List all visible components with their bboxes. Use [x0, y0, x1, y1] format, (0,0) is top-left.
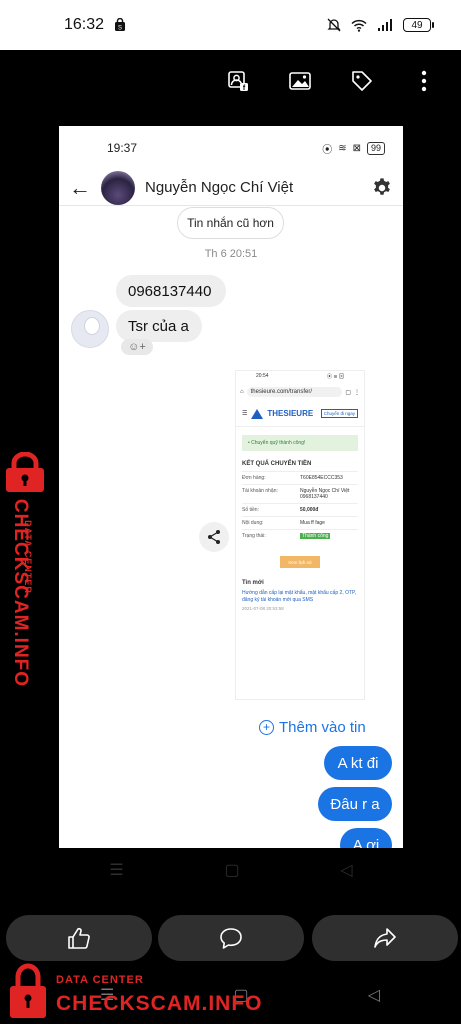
back-arrow-icon[interactable]: ←: [69, 176, 91, 199]
back-triangle-icon[interactable]: ◁: [368, 985, 380, 1005]
viewer-toolbar: f: [0, 50, 461, 112]
outgoing-message[interactable]: A ơi: [340, 828, 392, 848]
shopping-bag-icon: S: [115, 18, 126, 32]
sender-avatar: [71, 310, 109, 348]
home-icon: ⌂: [240, 389, 244, 395]
add-reaction-icon[interactable]: ☺+: [121, 339, 153, 355]
tag-facebook-icon[interactable]: f: [223, 66, 253, 96]
success-alert: • Chuyển quỹ thành công!: [242, 435, 358, 451]
comment-button[interactable]: [158, 915, 304, 961]
shared-screenshot[interactable]: 19:37 ⦿ ≋ ⊠ 99 ← Nguyễn Ngọc Chí Việt Ti…: [59, 126, 403, 848]
square-icon: ▢: [224, 862, 240, 879]
nested-transfer-button: Chuyển đi ngay: [320, 409, 358, 418]
status-bar: 16:32 S 49: [0, 0, 461, 50]
battery-icon: 49: [403, 18, 434, 32]
side-watermark: DATA CENTER CHECKSCAM.INFO: [0, 452, 52, 687]
lock-icon: [10, 963, 46, 1018]
inner-status-bar: 19:37 ⦿ ≋ ⊠ 99: [59, 126, 403, 170]
share-icon: [208, 530, 220, 544]
inner-wifi-icon: ≋: [338, 142, 347, 154]
inner-nav-bar: ☰ ▢ ◁: [59, 852, 403, 888]
svg-text:S: S: [118, 26, 122, 32]
news-date: 2021-07-08 20:53:58: [242, 606, 284, 611]
image-icon[interactable]: [285, 66, 315, 96]
like-icon: [68, 927, 90, 949]
result-row: Tài khoản nhận: Nguyễn Ngọc Chí Việt 0968…: [242, 484, 358, 503]
status-time: 16:32: [64, 16, 105, 33]
comment-icon: [220, 928, 242, 949]
nested-time: 20:54: [256, 373, 269, 379]
contact-name[interactable]: Nguyễn Ngọc Chí Việt: [145, 179, 361, 196]
share-button[interactable]: [312, 915, 458, 961]
tabs-icon: ▢: [345, 389, 351, 396]
result-row: Số tiền: 50,000đ: [242, 503, 358, 516]
status-badge: Thành công: [300, 533, 331, 539]
inner-status-time: 19:37: [107, 141, 138, 155]
result-row: Đơn hàng: T60E854ECCC353: [242, 471, 358, 484]
chat-header: ← Nguyễn Ngọc Chí Việt: [59, 170, 403, 206]
result-row: Nội dung: Mua ff fage: [242, 516, 358, 529]
incoming-message[interactable]: 0968137440: [116, 275, 226, 307]
photo-viewer: 16:32 S 49 f 19:37 ⦿ ≋ ⊠ 99 ← Nguyễn Ngọ…: [0, 0, 461, 1024]
contact-avatar[interactable]: [101, 170, 135, 205]
action-bar: [0, 915, 461, 961]
outgoing-message[interactable]: Đâu r a: [318, 787, 392, 821]
watermark-small-text: DATA CENTER: [56, 974, 144, 986]
older-messages-button[interactable]: Tin nhắn cũ hơn: [177, 207, 284, 239]
incoming-message[interactable]: Tsr của a: [116, 310, 202, 342]
share-image-button[interactable]: [199, 522, 229, 552]
tag-icon[interactable]: [347, 66, 377, 96]
more-vert-icon[interactable]: [409, 66, 439, 96]
brand-name: THESIEURE: [267, 409, 314, 418]
forward-share-icon: [374, 928, 396, 948]
hamburger-icon: ☰: [242, 411, 248, 417]
add-to-story-button[interactable]: + Thêm vào tin: [259, 716, 366, 738]
inner-sim-icon: ⊠: [352, 142, 361, 154]
result-title: KẾT QUẢ CHUYỂN TIỀN: [242, 461, 312, 467]
signal-icon: [378, 19, 392, 31]
bottom-watermark: DATA CENTER CHECKSCAM.INFO: [0, 962, 300, 1024]
message-timestamp: Th 6 20:51: [204, 248, 258, 260]
nested-url: thesieure.com/transfer/: [246, 387, 343, 397]
brand-logo-icon: [251, 408, 264, 419]
mute-icon: [327, 18, 341, 32]
inner-battery-icon: 99: [366, 141, 385, 155]
history-button: Xem lịch sử: [280, 556, 320, 568]
news-title: Tin mới: [242, 580, 264, 586]
menu-icon: ⋮: [354, 389, 360, 396]
watermark-big-text: CHECKSCAM.INFO: [10, 498, 31, 688]
watermark-big-text: CHECKSCAM.INFO: [56, 992, 263, 1015]
transfer-receipt-image[interactable]: 20:54 ⦿ ≋ ⊠ ⌂ thesieure.com/transfer/ ▢ …: [235, 370, 365, 700]
vibrate-icon: ⦿: [322, 144, 333, 156]
nested-status-icons: ⦿ ≋ ⊠: [327, 374, 344, 380]
like-button[interactable]: [6, 915, 152, 961]
add-to-story-label: Thêm vào tin: [279, 718, 366, 736]
outgoing-message[interactable]: A kt đi: [324, 746, 392, 780]
menu-lines-icon: ☰: [109, 862, 124, 879]
plus-circle-icon: +: [259, 719, 274, 735]
gear-icon[interactable]: [371, 177, 393, 199]
result-row: Trạng thái: Thành công: [242, 529, 358, 542]
triangle-back-icon: ◁: [340, 862, 353, 879]
news-article: Hướng dẫn cấp lại mật khẩu, mật khẩu cấp…: [242, 590, 357, 603]
wifi-icon: [351, 19, 367, 32]
